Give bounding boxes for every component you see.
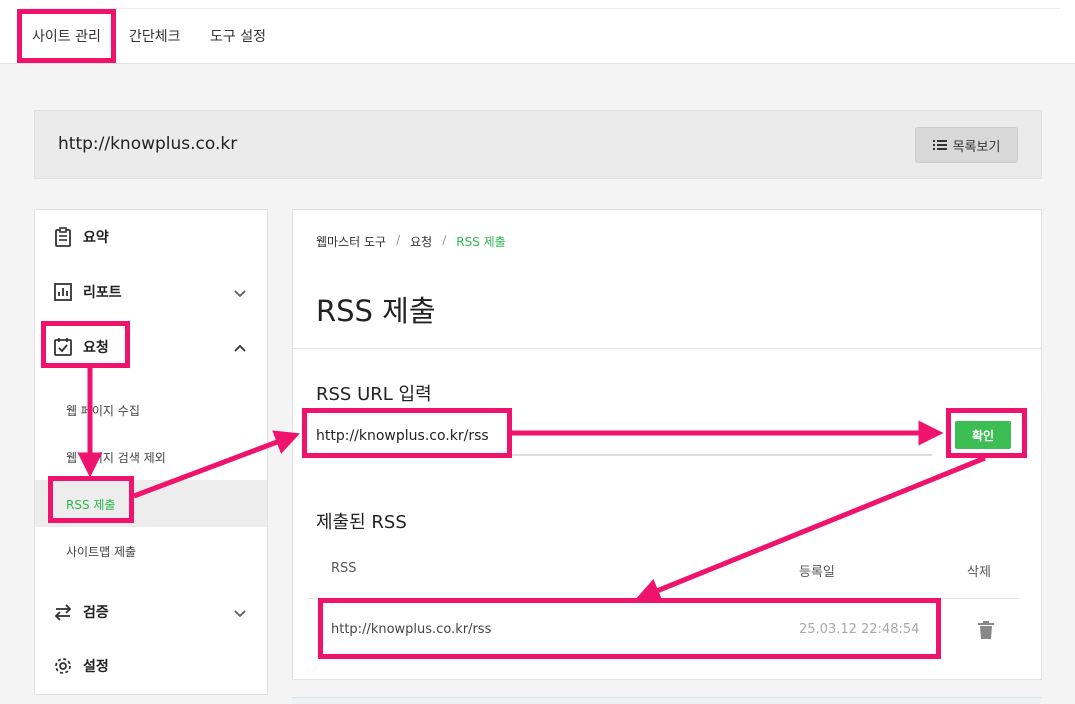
divider: [293, 348, 1041, 349]
breadcrumb-separator: /: [396, 233, 401, 247]
list-view-label: 목록보기: [952, 139, 1001, 155]
page-title: RSS 제출: [316, 294, 436, 328]
clipboard-check-icon: [54, 338, 72, 356]
bottom-panel-edge: [292, 697, 1042, 704]
breadcrumb-item-webmaster[interactable]: 웹마스터 도구: [316, 233, 386, 250]
sidebar-label-verify: 검증: [83, 605, 109, 621]
tab-site-management[interactable]: 사이트 관리: [32, 26, 101, 46]
site-url-bar: http://knowplus.co.kr 목록보기: [34, 110, 1042, 179]
chevron-up-icon[interactable]: [233, 341, 247, 355]
sidebar-item-verify[interactable]: 검증: [53, 602, 109, 622]
chevron-down-icon[interactable]: [233, 607, 247, 621]
breadcrumb-item-current: RSS 제출: [456, 235, 506, 249]
sidebar-label-report: 리포트: [83, 285, 122, 301]
trash-icon[interactable]: [977, 620, 995, 640]
sidebar-item-report[interactable]: 리포트: [53, 282, 122, 302]
top-nav: 사이트 관리 간단체크 도구 설정: [0, 0, 1075, 64]
clipboard-icon: [55, 227, 71, 247]
bar-chart-icon: [54, 283, 72, 301]
confirm-button[interactable]: 확인: [955, 421, 1011, 449]
breadcrumb-item-request[interactable]: 요청: [410, 233, 432, 250]
main-panel: 웹마스터 도구 / 요청 / RSS 제출 RSS 제출 RSS URL 입력 …: [292, 209, 1042, 680]
table-header-line: [307, 598, 1019, 599]
site-url: http://knowplus.co.kr: [58, 134, 238, 154]
tab-tool-settings[interactable]: 도구 설정: [210, 26, 266, 46]
tab-quick-check[interactable]: 간단체크: [129, 26, 181, 46]
swap-arrows-icon: [54, 604, 72, 621]
table-cell-date: 25.03.12 22:48:54: [799, 622, 920, 637]
sidebar: 요약 리포트 요청 웹 페이지 수집 웹 페이지 검색 제외 RSS 제출 사이…: [34, 209, 268, 695]
breadcrumb-separator: /: [442, 233, 447, 247]
table-cell-rss[interactable]: http://knowplus.co.kr/rss: [331, 622, 491, 637]
submitted-rss-title: 제출된 RSS: [316, 512, 407, 533]
sidebar-item-request[interactable]: 요청: [53, 337, 109, 357]
sidebar-sub-page-collect[interactable]: 웹 페이지 수집: [66, 402, 140, 419]
breadcrumb: 웹마스터 도구 / 요청 / RSS 제출: [316, 233, 506, 250]
column-header-date: 등록일: [799, 565, 835, 580]
sidebar-sub-rss-submit[interactable]: RSS 제출: [66, 496, 115, 513]
rss-url-input-title: RSS URL 입력: [316, 384, 432, 405]
sidebar-sub-search-exclude[interactable]: 웹 페이지 검색 제외: [66, 449, 166, 466]
sidebar-sub-sitemap-submit[interactable]: 사이트맵 제출: [66, 543, 136, 560]
column-header-delete: 삭제: [967, 565, 991, 580]
sidebar-label-request: 요청: [83, 340, 109, 356]
sidebar-label-summary: 요약: [83, 230, 109, 246]
sidebar-label-settings: 설정: [83, 659, 109, 675]
sidebar-item-settings[interactable]: 설정: [53, 656, 109, 676]
chevron-down-icon[interactable]: [233, 287, 247, 301]
column-header-rss: RSS: [331, 561, 357, 576]
rss-url-field-wrap: [307, 422, 932, 456]
gear-icon: [55, 658, 71, 674]
sidebar-item-summary[interactable]: 요약: [53, 227, 109, 247]
top-divider: [20, 8, 1060, 9]
rss-url-input[interactable]: [316, 428, 716, 444]
list-icon: [932, 140, 947, 150]
list-view-button[interactable]: 목록보기: [915, 127, 1018, 163]
